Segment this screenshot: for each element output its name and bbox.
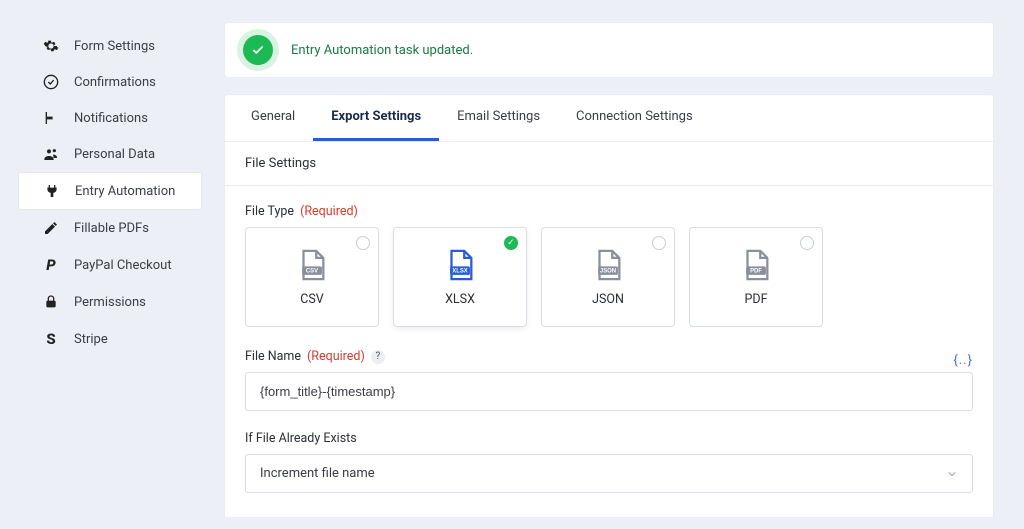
file-icon: PDF: [739, 248, 773, 282]
sidebar-item-permissions[interactable]: Permissions: [18, 284, 202, 320]
users-icon: [42, 146, 60, 162]
success-alert: Entry Automation task updated.: [224, 22, 994, 78]
file-type-option-pdf[interactable]: PDF PDF: [689, 227, 823, 327]
main-panel: Entry Automation task updated. GeneralEx…: [210, 0, 1024, 529]
sidebar-item-label: Entry Automation: [75, 184, 175, 199]
tabs: GeneralExport SettingsEmail SettingsConn…: [224, 94, 994, 142]
sidebar-item-form-settings[interactable]: Form Settings: [18, 28, 202, 64]
sidebar-item-notifications[interactable]: Notifications: [18, 100, 202, 136]
file-icon: XLSX: [443, 248, 477, 282]
sidebar-item-stripe[interactable]: S Stripe: [18, 320, 202, 358]
file-icon: CSV: [295, 248, 329, 282]
file-icon: JSON: [591, 248, 625, 282]
svg-text:XLSX: XLSX: [452, 268, 468, 274]
tab-connection-settings[interactable]: Connection Settings: [558, 95, 711, 141]
if-exists-select[interactable]: Increment file name: [245, 454, 973, 493]
file-name-label: File Name (Required) ?: [245, 349, 953, 364]
file-type-option-xlsx[interactable]: XLSX XLSX: [393, 227, 527, 327]
stripe-icon: S: [42, 330, 60, 348]
alert-message: Entry Automation task updated.: [291, 43, 473, 58]
svg-text:JSON: JSON: [600, 268, 616, 274]
if-exists-label: If File Already Exists: [245, 431, 973, 446]
sidebar-item-label: Notifications: [74, 111, 148, 126]
radio-indicator: [356, 236, 370, 250]
sidebar-item-label: Personal Data: [74, 147, 155, 162]
file-type-label: JSON: [592, 292, 624, 307]
file-type-label: CSV: [300, 292, 324, 307]
file-type-options: CSV CSV XLSX XLSX JSON JSON PDF PDF: [245, 227, 973, 327]
sidebar: Form Settings Confirmations Notifications P…: [0, 0, 210, 529]
radio-indicator: [652, 236, 666, 250]
flag-icon: [42, 110, 60, 126]
check-circle-icon: [243, 35, 273, 65]
export-settings-panel: File Settings File Type (Required) CSV C…: [224, 142, 994, 518]
sidebar-item-label: Form Settings: [74, 39, 155, 54]
sidebar-item-label: Stripe: [74, 332, 108, 347]
sidebar-item-personal-data[interactable]: Personal Data: [18, 136, 202, 172]
file-type-option-csv[interactable]: CSV CSV: [245, 227, 379, 327]
sidebar-item-fillable-pdfs[interactable]: Fillable PDFs: [18, 210, 202, 246]
merge-tags-button[interactable]: {..}: [953, 353, 973, 368]
sidebar-item-confirmations[interactable]: Confirmations: [18, 64, 202, 100]
paypal-icon: P: [42, 256, 60, 274]
sidebar-item-label: Fillable PDFs: [74, 221, 149, 236]
radio-indicator: [504, 236, 518, 250]
help-icon[interactable]: ?: [371, 350, 385, 364]
tab-email-settings[interactable]: Email Settings: [439, 95, 558, 141]
pen-icon: [42, 220, 60, 236]
svg-text:PDF: PDF: [750, 268, 762, 274]
sidebar-item-label: Confirmations: [74, 75, 156, 90]
section-title: File Settings: [225, 142, 993, 186]
svg-text:CSV: CSV: [306, 268, 318, 274]
tab-general[interactable]: General: [233, 95, 313, 141]
file-name-input[interactable]: [245, 372, 973, 411]
tab-export-settings[interactable]: Export Settings: [313, 95, 439, 141]
sidebar-item-label: PayPal Checkout: [74, 258, 172, 273]
gear-icon: [42, 38, 60, 54]
chevron-down-icon: [946, 468, 958, 480]
sidebar-item-paypal-checkout[interactable]: P PayPal Checkout: [18, 246, 202, 284]
sidebar-item-entry-automation[interactable]: Entry Automation: [18, 172, 202, 210]
file-type-option-json[interactable]: JSON JSON: [541, 227, 675, 327]
check-circle-icon: [42, 74, 60, 90]
file-type-label: XLSX: [445, 292, 475, 307]
sidebar-item-label: Permissions: [74, 295, 146, 310]
radio-indicator: [800, 236, 814, 250]
lock-icon: [42, 294, 60, 310]
plug-icon: [43, 183, 61, 199]
file-type-label: PDF: [745, 292, 768, 307]
file-type-label: File Type (Required): [245, 204, 973, 219]
